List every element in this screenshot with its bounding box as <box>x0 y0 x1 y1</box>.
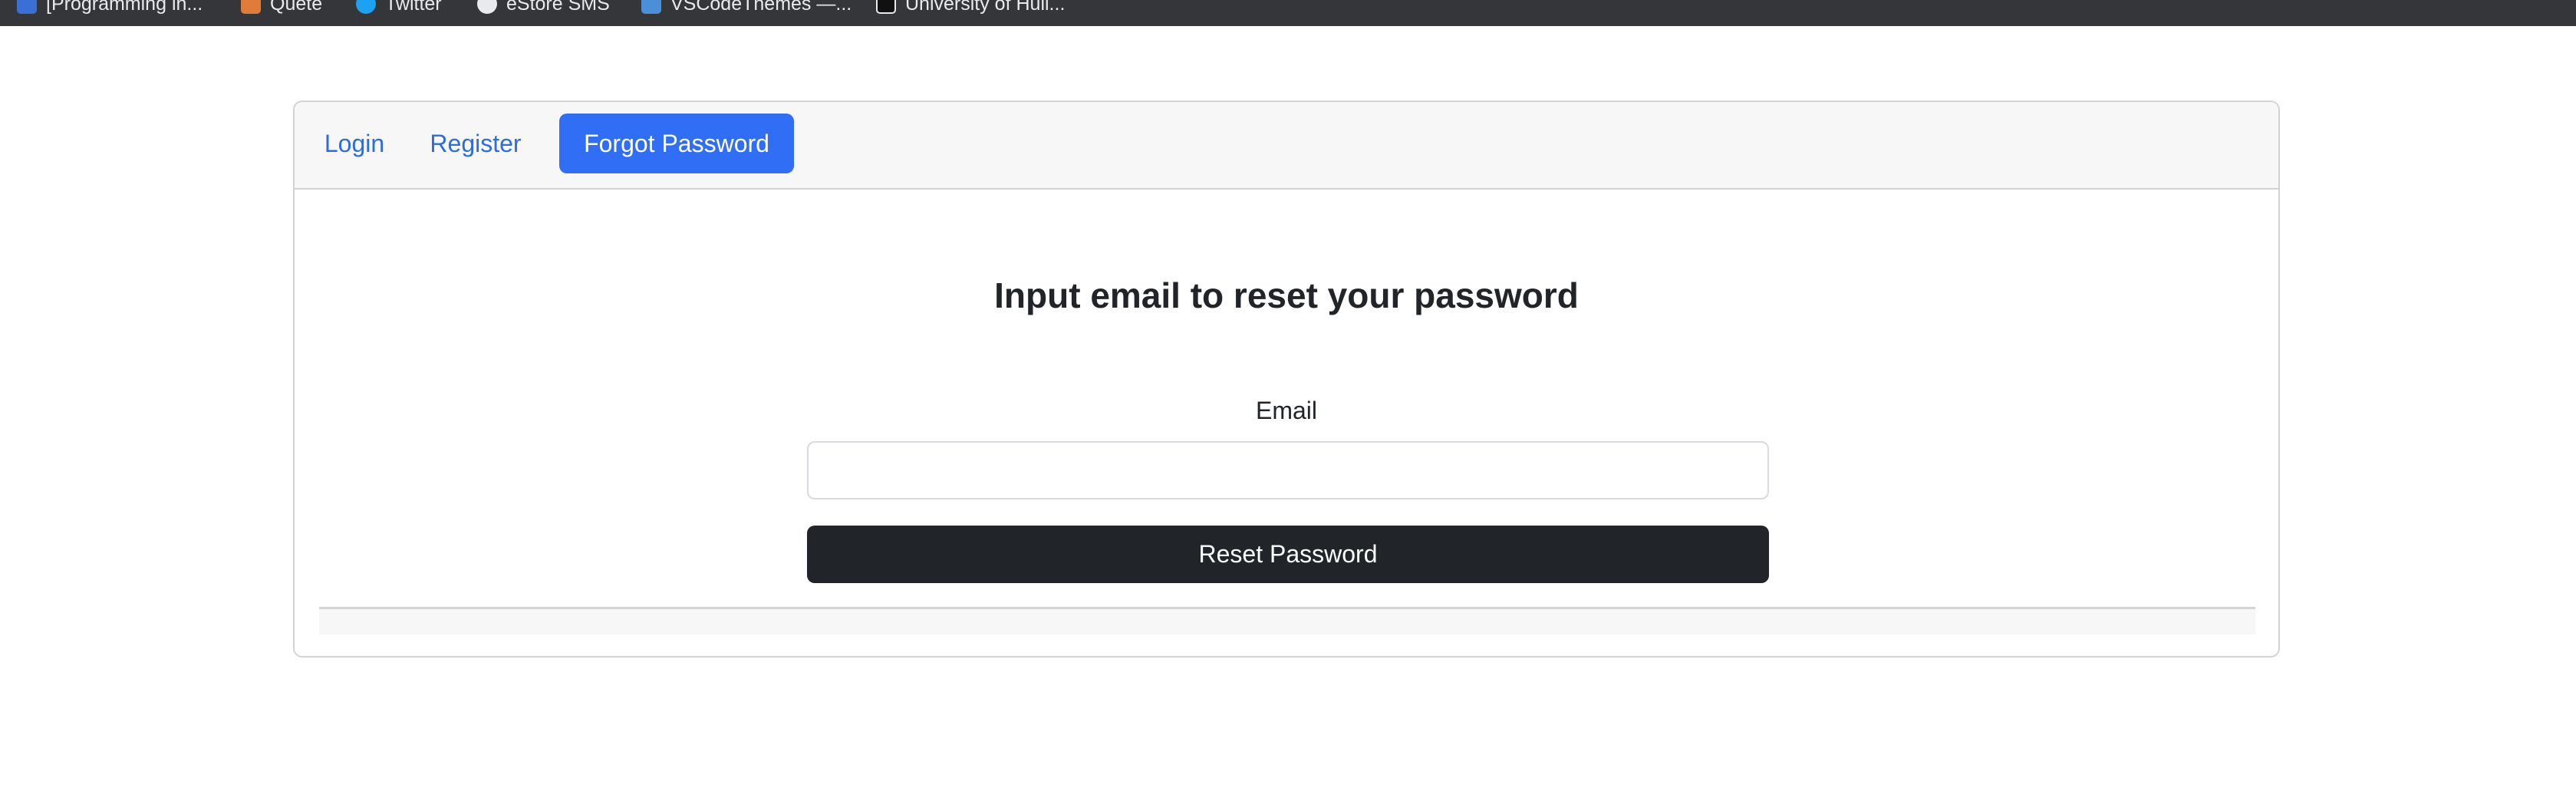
tab-login[interactable]: Login <box>307 114 402 173</box>
vscode-themes-icon <box>641 0 661 14</box>
bookmarks-bar: [Programming in... Quete Twitter eStore … <box>0 0 2576 26</box>
bookmark-label: eStore SMS <box>506 0 610 15</box>
bookmark-label: [Programming in... <box>46 0 203 15</box>
twitter-bird-icon <box>356 0 376 14</box>
bookmark-estore-sms[interactable]: eStore SMS <box>477 0 610 17</box>
quete-favicon-icon <box>241 0 261 14</box>
bookmark-label: Quete <box>270 0 323 15</box>
tab-forgot-password[interactable]: Forgot Password <box>559 114 794 173</box>
bookmark-label: VSCodeThemes —... <box>670 0 852 15</box>
email-label: Email <box>1255 397 1317 424</box>
reset-password-button[interactable]: Reset Password <box>807 526 1769 583</box>
bookmark-vscodethemes[interactable]: VSCodeThemes —... <box>641 0 852 17</box>
bookmark-programming[interactable]: [Programming in... <box>17 0 203 17</box>
card-footer <box>319 607 2255 635</box>
bookmark-university-of-hull[interactable]: University of Hull... <box>876 0 1065 17</box>
bookmark-quete[interactable]: Quete <box>241 0 322 17</box>
bookmark-label: Twitter <box>385 0 442 15</box>
user-favicon-icon <box>17 0 37 14</box>
card-header-tabs: Login Register Forgot Password <box>295 102 2278 190</box>
auth-card: Login Register Forgot Password Input ema… <box>293 101 2280 658</box>
page-title: Input email to reset your password <box>994 275 1579 315</box>
tab-register[interactable]: Register <box>416 114 535 173</box>
university-crest-icon <box>876 0 896 14</box>
bookmark-twitter[interactable]: Twitter <box>356 0 442 17</box>
bookmark-label: University of Hull... <box>905 0 1066 15</box>
email-field[interactable] <box>807 441 1769 499</box>
globe-icon <box>477 0 497 14</box>
